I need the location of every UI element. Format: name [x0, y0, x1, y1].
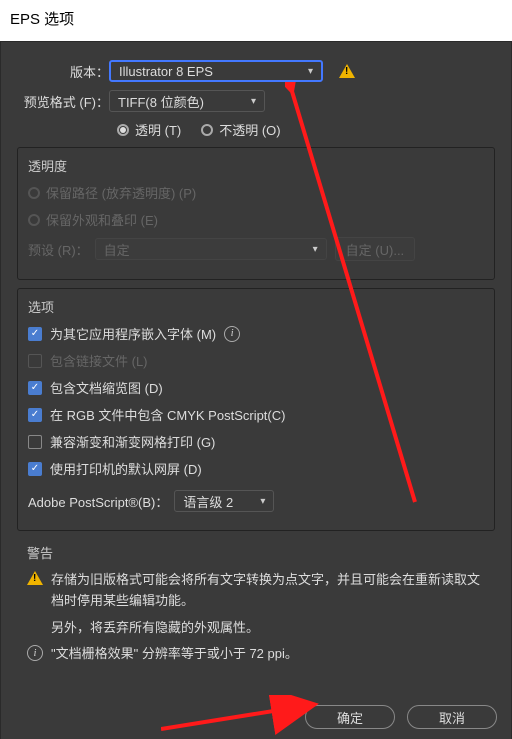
preserve-paths-label: 保留路径 (放弃透明度) (P): [46, 183, 196, 202]
preview-label: 预览格式 (F)：: [9, 92, 109, 111]
preset-label: 预设 (R)：: [28, 240, 89, 259]
check-include-thumb[interactable]: [28, 381, 42, 395]
info-icon[interactable]: i: [224, 326, 240, 342]
include-linked-row: 包含链接文件 (L): [28, 351, 484, 370]
check-printer-default[interactable]: [28, 462, 42, 476]
preset-select: 自定 ▾: [95, 238, 327, 260]
options-title: 选项: [28, 297, 484, 316]
radio-opaque-label: 不透明 (O): [219, 120, 280, 139]
radio-preserve-appearance: [28, 214, 40, 226]
preset-row: 预设 (R)： 自定 ▾ 自定 (U)...: [28, 237, 484, 261]
radio-preserve-paths: [28, 187, 40, 199]
transparency-radio-row: 透明 (T) 不透明 (O): [9, 120, 503, 139]
check-cmyk-in-rgb[interactable]: [28, 408, 42, 422]
transparency-group: 透明度 保留路径 (放弃透明度) (P) 保留外观和叠印 (E) 预设 (R)：…: [17, 147, 495, 280]
cmyk-in-rgb-label: 在 RGB 文件中包含 CMYK PostScript(C): [50, 405, 285, 424]
check-embed-fonts[interactable]: [28, 327, 42, 341]
warnings-group: 警告 存储为旧版格式可能会将所有文字转换为点文字，并且可能会在重新读取文档时停用…: [17, 539, 495, 675]
preserve-appearance-label: 保留外观和叠印 (E): [46, 210, 158, 229]
compat-gradient-label: 兼容渐变和渐变网格打印 (G): [50, 432, 215, 451]
preserve-appearance-row: 保留外观和叠印 (E): [28, 210, 484, 229]
include-thumb-row: 包含文档缩览图 (D): [28, 378, 484, 397]
warning-text-1: 存储为旧版格式可能会将所有文字转换为点文字，并且可能会在重新读取文档时停用某些编…: [51, 570, 485, 612]
chevron-down-icon: ▾: [308, 66, 313, 77]
embed-fonts-row: 为其它应用程序嵌入字体 (M) i: [28, 324, 484, 343]
chevron-down-icon: ▾: [251, 96, 256, 107]
version-row: 版本： Illustrator 8 EPS ▾: [9, 60, 503, 82]
warning-icon: [339, 64, 355, 78]
postscript-label: Adobe PostScript®(B)：: [28, 492, 168, 511]
cancel-button[interactable]: 取消: [407, 705, 497, 729]
include-linked-label: 包含链接文件 (L): [50, 351, 148, 370]
postscript-row: Adobe PostScript®(B)： 语言级 2 ▾: [28, 490, 484, 512]
preview-value: TIFF(8 位颜色): [118, 92, 204, 111]
chevron-down-icon: ▾: [260, 496, 265, 507]
check-compat-gradient[interactable]: [28, 435, 42, 449]
use-printer-default-row: 使用打印机的默认网屏 (D): [28, 459, 484, 478]
check-include-linked: [28, 354, 42, 368]
warning-icon: [27, 571, 43, 585]
options-group: 选项 为其它应用程序嵌入字体 (M) i 包含链接文件 (L) 包含文档缩览图 …: [17, 288, 495, 531]
version-label: 版本：: [9, 62, 109, 81]
info-icon: i: [27, 645, 43, 661]
radio-opaque[interactable]: [201, 124, 213, 136]
postscript-value: 语言级 2: [183, 492, 233, 511]
preset-value: 自定: [104, 240, 130, 259]
chevron-down-icon: ▾: [313, 244, 318, 255]
dialog-title: EPS 选项: [0, 0, 512, 41]
radio-transparent-label: 透明 (T): [135, 120, 181, 139]
eps-options-dialog: 版本： Illustrator 8 EPS ▾ 预览格式 (F)： TIFF(8…: [0, 41, 512, 739]
warning-row-3: i "文档栅格效果" 分辨率等于或小于 72 ppi。: [27, 644, 485, 665]
custom-button: 自定 (U)...: [335, 237, 416, 261]
embed-fonts-label: 为其它应用程序嵌入字体 (M): [50, 324, 216, 343]
cmyk-in-rgb-row: 在 RGB 文件中包含 CMYK PostScript(C): [28, 405, 484, 424]
postscript-select[interactable]: 语言级 2 ▾: [174, 490, 274, 512]
warnings-title: 警告: [27, 543, 485, 562]
dialog-footer: 确定 取消: [305, 705, 497, 729]
preview-format-row: 预览格式 (F)： TIFF(8 位颜色) ▾: [9, 90, 503, 112]
warning-text-2: 另外，将丢弃所有隐藏的外观属性。: [51, 618, 259, 639]
preview-select[interactable]: TIFF(8 位颜色) ▾: [109, 90, 265, 112]
include-thumb-label: 包含文档缩览图 (D): [50, 378, 163, 397]
radio-transparent[interactable]: [117, 124, 129, 136]
warning-row-1: 存储为旧版格式可能会将所有文字转换为点文字，并且可能会在重新读取文档时停用某些编…: [27, 570, 485, 612]
printer-default-label: 使用打印机的默认网屏 (D): [50, 459, 202, 478]
preserve-paths-row: 保留路径 (放弃透明度) (P): [28, 183, 484, 202]
transparency-title: 透明度: [28, 156, 484, 175]
warning-row-2: 另外，将丢弃所有隐藏的外观属性。: [27, 618, 485, 639]
version-value: Illustrator 8 EPS: [119, 64, 213, 79]
compat-gradient-row: 兼容渐变和渐变网格打印 (G): [28, 432, 484, 451]
version-select[interactable]: Illustrator 8 EPS ▾: [109, 60, 323, 82]
warning-text-3: "文档栅格效果" 分辨率等于或小于 72 ppi。: [51, 644, 298, 665]
ok-button[interactable]: 确定: [305, 705, 395, 729]
